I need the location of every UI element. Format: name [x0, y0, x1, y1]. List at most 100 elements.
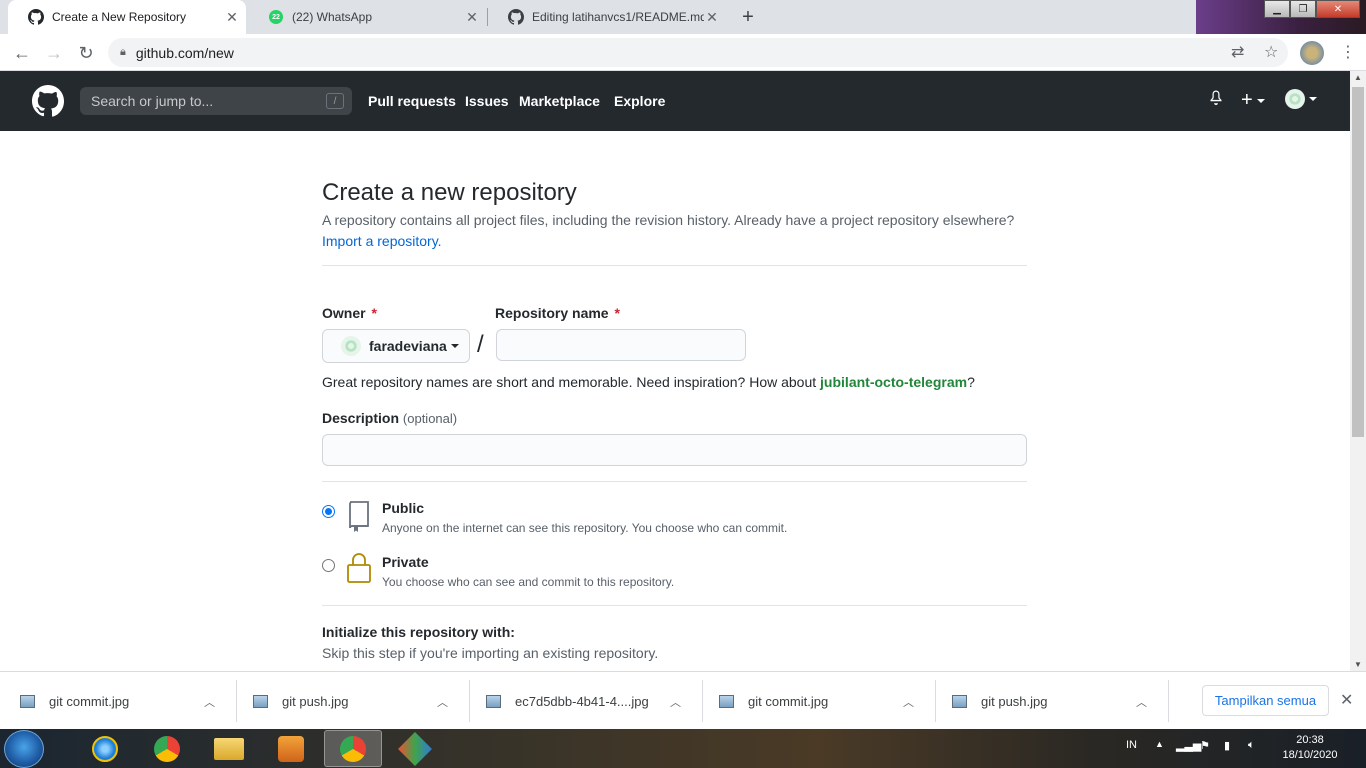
import-repository-link[interactable]: Import a repository.	[322, 233, 442, 249]
close-icon[interactable]: ✕	[224, 9, 240, 26]
git-glyph	[398, 731, 432, 766]
bookmark-star-icon[interactable]: ☆	[1264, 42, 1278, 62]
owner-repo-separator: /	[477, 331, 484, 358]
public-option-note: Anyone on the internet can see this repo…	[382, 521, 788, 535]
start-button[interactable]	[4, 730, 44, 768]
minimize-button[interactable]: ▁	[1264, 0, 1290, 18]
public-option-title: Public	[382, 500, 425, 516]
search-shortcut-key: /	[326, 93, 344, 109]
repo-icon	[349, 501, 369, 532]
nav-explore[interactable]: Explore	[614, 93, 665, 109]
suggested-name[interactable]: jubilant-octo-telegram	[820, 374, 967, 390]
tab-title: Create a New Repository	[52, 10, 187, 24]
repository-name-hint: Great repository names are short and mem…	[322, 374, 975, 390]
download-item[interactable]: git commit.jpg ︿	[699, 672, 932, 730]
chrome-icon[interactable]	[138, 730, 196, 767]
nav-issues[interactable]: Issues	[465, 93, 509, 109]
download-filename: ec7d5dbb-4b41-4....jpg	[515, 693, 649, 709]
git-icon[interactable]	[386, 730, 444, 767]
network-icon[interactable]: ⚑	[1200, 739, 1210, 752]
file-explorer-icon[interactable]	[200, 730, 258, 767]
github-logo-icon[interactable]	[32, 85, 64, 117]
image-file-icon	[253, 694, 268, 708]
close-icon[interactable]: ✕	[464, 9, 480, 26]
battery-icon[interactable]: ▮	[1224, 739, 1230, 752]
system-clock[interactable]: 20:38 18/10/2020	[1270, 733, 1350, 763]
translate-icon[interactable]: ⇄	[1231, 42, 1244, 62]
page-description: A repository contains all project files,…	[322, 210, 1042, 252]
create-new-plus-icon[interactable]: +	[1241, 89, 1265, 112]
scroll-down-arrow-icon[interactable]: ▼	[1354, 660, 1362, 669]
language-indicator[interactable]: IN	[1126, 739, 1137, 751]
tab-create-repository[interactable]: Create a New Repository ✕	[8, 0, 246, 34]
owner-select[interactable]: faradeviana	[322, 329, 470, 363]
owner-label: Owner *	[322, 305, 377, 321]
chevron-up-icon[interactable]: ︿	[437, 694, 448, 710]
github-header: Search or jump to... / Pull requests Iss…	[0, 71, 1350, 131]
private-radio[interactable]	[322, 559, 335, 572]
whatsapp-icon: 22	[268, 9, 284, 25]
avatar	[1285, 89, 1305, 109]
window-controls: ▁ ❐ ✕	[1264, 0, 1360, 18]
signal-icon[interactable]: ▂▃▅	[1176, 739, 1201, 752]
menu-kebab-icon[interactable]: ⋮	[1340, 42, 1356, 62]
nav-marketplace[interactable]: Marketplace	[519, 93, 600, 109]
windows-taskbar: IN ▲ ▂▃▅ ⚑ ▮ 🔈︎ 20:38 18/10/2020	[0, 729, 1366, 768]
owner-value: faradeviana	[369, 338, 447, 354]
folder-glyph	[214, 737, 244, 760]
close-icon[interactable]: ✕	[1340, 690, 1353, 710]
caret-down-icon	[450, 344, 459, 348]
initialize-title: Initialize this repository with:	[322, 624, 515, 640]
chevron-up-icon[interactable]: ︿	[903, 694, 914, 710]
download-item[interactable]: git push.jpg ︿	[932, 672, 1165, 730]
description-input[interactable]	[322, 434, 1027, 466]
tab-editing-readme[interactable]: Editing latihanvcs1/README.md ✕	[488, 0, 726, 34]
window-close-button[interactable]: ✕	[1316, 0, 1360, 18]
address-bar[interactable]: 🔒︎ github.com/new	[108, 38, 1288, 67]
repository-name-input[interactable]	[496, 329, 746, 361]
chevron-up-icon[interactable]: ︿	[1136, 694, 1147, 710]
scrollbar-thumb[interactable]	[1352, 87, 1364, 437]
download-item[interactable]: git commit.jpg ︿	[0, 672, 233, 730]
lock-icon: 🔒︎	[120, 46, 126, 58]
public-radio[interactable]	[322, 505, 335, 518]
image-file-icon	[952, 694, 967, 708]
nav-pull-requests[interactable]: Pull requests	[368, 93, 456, 109]
close-icon[interactable]: ✕	[704, 9, 720, 26]
notification-bell-icon[interactable]	[1208, 89, 1224, 105]
scroll-up-arrow-icon[interactable]: ▲	[1354, 73, 1362, 82]
github-icon	[28, 9, 44, 25]
caret-down-icon	[1309, 97, 1317, 101]
profile-avatar[interactable]	[1300, 41, 1324, 65]
tray-expand-icon[interactable]: ▲	[1155, 739, 1164, 749]
ie-glyph	[92, 735, 118, 762]
internet-explorer-icon[interactable]	[76, 730, 134, 767]
download-filename: git commit.jpg	[49, 693, 130, 709]
media-player-icon[interactable]	[262, 730, 320, 767]
volume-icon[interactable]: 🔈︎	[1248, 739, 1255, 752]
user-menu[interactable]	[1285, 89, 1317, 109]
page-scrollbar[interactable]: ▲ ▼	[1350, 71, 1366, 671]
forward-arrow-icon[interactable]: →	[42, 41, 66, 65]
search-placeholder: Search or jump to...	[91, 93, 214, 109]
tab-title: (22) WhatsApp	[292, 10, 373, 24]
browser-toolbar: ← → ↻ 🔒︎ github.com/new ⇄ ☆ ⋮	[0, 34, 1366, 71]
image-file-icon	[486, 694, 501, 708]
download-filename: git commit.jpg	[748, 693, 829, 709]
back-arrow-icon[interactable]: ←	[10, 41, 34, 65]
tab-whatsapp[interactable]: 22 (22) WhatsApp ✕	[248, 0, 486, 34]
show-all-downloads-button[interactable]: Tampilkan semua	[1202, 685, 1329, 716]
download-filename: git push.jpg	[282, 693, 349, 709]
browser-tab-strip: Create a New Repository ✕ 22 (22) WhatsA…	[0, 0, 1366, 34]
chevron-up-icon[interactable]: ︿	[670, 694, 681, 710]
chrome-active-icon[interactable]	[324, 730, 382, 767]
new-tab-button[interactable]: +	[734, 4, 762, 30]
github-search-input[interactable]: Search or jump to... /	[80, 87, 352, 115]
clock-date: 18/10/2020	[1282, 749, 1338, 761]
chrome-glyph	[340, 735, 366, 762]
reload-icon[interactable]: ↻	[74, 41, 98, 65]
download-item[interactable]: ec7d5dbb-4b41-4....jpg ︿	[466, 672, 699, 730]
chevron-up-icon[interactable]: ︿	[204, 694, 215, 710]
maximize-button[interactable]: ❐	[1290, 0, 1316, 18]
download-item[interactable]: git push.jpg ︿	[233, 672, 466, 730]
